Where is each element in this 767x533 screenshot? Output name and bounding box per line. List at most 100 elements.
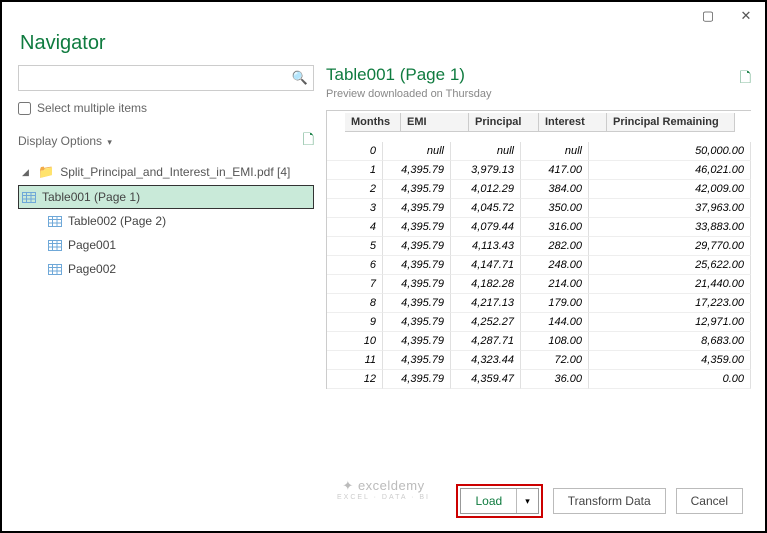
table-cell: 179.00 — [521, 294, 589, 313]
table-cell: 46,021.00 — [589, 161, 751, 180]
table-cell: 4,359.47 — [451, 370, 521, 389]
preview-grid: MonthsEMIPrincipalInterestPrincipal Rema… — [326, 110, 751, 389]
search-input[interactable] — [19, 71, 287, 85]
watermark-main: exceldemy — [358, 478, 425, 493]
column-header[interactable]: EMI — [401, 113, 469, 132]
dialog-footer: ✦ exceldemy EXCEL · DATA · BI Load ▾ Tra… — [2, 471, 765, 531]
table-row[interactable]: 84,395.794,217.13179.0017,223.00 — [327, 294, 751, 313]
preview-title: Table001 (Page 1) — [326, 65, 492, 85]
table-cell: 5 — [327, 237, 383, 256]
load-button[interactable]: Load — [461, 489, 517, 513]
tree-item[interactable]: Page001 — [18, 233, 314, 257]
table-cell: 4,395.79 — [383, 294, 451, 313]
table-row[interactable]: 0nullnullnull50,000.00 — [327, 142, 751, 161]
table-cell: 36.00 — [521, 370, 589, 389]
dialog-title: Navigator — [20, 32, 749, 55]
load-split-button[interactable]: Load ▾ — [460, 488, 538, 514]
table-cell: 11 — [327, 351, 383, 370]
table-cell: 316.00 — [521, 218, 589, 237]
table-row[interactable]: 74,395.794,182.28214.0021,440.00 — [327, 275, 751, 294]
close-button[interactable]: ✕ — [733, 6, 759, 26]
table-cell: 4,147.71 — [451, 256, 521, 275]
table-cell: 144.00 — [521, 313, 589, 332]
table-cell: 12,971.00 — [589, 313, 751, 332]
tree-item[interactable]: Table002 (Page 2) — [18, 209, 314, 233]
preview-panel: Table001 (Page 1) Preview downloaded on … — [326, 65, 751, 465]
table-cell: 17,223.00 — [589, 294, 751, 313]
table-row[interactable]: 64,395.794,147.71248.0025,622.00 — [327, 256, 751, 275]
table-cell: 0 — [327, 142, 383, 161]
tree-item[interactable]: Page002 — [18, 257, 314, 281]
table-cell: 4,359.00 — [589, 351, 751, 370]
table-row[interactable]: 124,395.794,359.4736.000.00 — [327, 370, 751, 389]
select-multiple-input[interactable] — [18, 102, 31, 115]
column-header[interactable]: Interest — [539, 113, 607, 132]
table-icon — [22, 192, 36, 203]
table-cell: 4,395.79 — [383, 237, 451, 256]
table-cell: 8 — [327, 294, 383, 313]
refresh-icon[interactable]: 🗋 — [303, 129, 314, 153]
table-row[interactable]: 94,395.794,252.27144.0012,971.00 — [327, 313, 751, 332]
table-cell: null — [451, 142, 521, 161]
titlebar: ▢ ✕ — [2, 2, 765, 30]
table-row[interactable]: 34,395.794,045.72350.0037,963.00 — [327, 199, 751, 218]
search-box[interactable]: 🔍 — [18, 65, 314, 91]
collapse-icon[interactable]: ◢ — [22, 167, 32, 178]
watermark: ✦ exceldemy EXCEL · DATA · BI — [337, 478, 430, 501]
table-cell: 384.00 — [521, 180, 589, 199]
table-icon — [48, 240, 62, 251]
maximize-button[interactable]: ▢ — [695, 6, 721, 26]
table-cell: 3 — [327, 199, 383, 218]
table-cell: 4,113.43 — [451, 237, 521, 256]
table-cell: 3,979.13 — [451, 161, 521, 180]
table-cell: 2 — [327, 180, 383, 199]
cancel-button[interactable]: Cancel — [676, 488, 743, 514]
table-row[interactable]: 114,395.794,323.4472.004,359.00 — [327, 351, 751, 370]
table-cell: null — [521, 142, 589, 161]
table-cell: 42,009.00 — [589, 180, 751, 199]
table-cell: 4,395.79 — [383, 313, 451, 332]
table-cell: 72.00 — [521, 351, 589, 370]
table-cell: 4,079.44 — [451, 218, 521, 237]
table-cell: 12 — [327, 370, 383, 389]
navigator-tree: ◢ 📁 Split_Principal_and_Interest_in_EMI.… — [18, 159, 314, 281]
tree-root-node[interactable]: ◢ 📁 Split_Principal_and_Interest_in_EMI.… — [18, 159, 314, 185]
load-dropdown[interactable]: ▾ — [517, 489, 538, 513]
load-button-highlight: Load ▾ — [456, 484, 542, 518]
table-row[interactable]: 44,395.794,079.44316.0033,883.00 — [327, 218, 751, 237]
transform-data-button[interactable]: Transform Data — [553, 488, 666, 514]
table-cell: 29,770.00 — [589, 237, 751, 256]
sheet-icon[interactable]: 🗋 — [740, 67, 751, 91]
column-header[interactable]: Months — [345, 113, 401, 132]
preview-subtitle: Preview downloaded on Thursday — [326, 88, 492, 100]
table-cell: 4 — [327, 218, 383, 237]
column-header[interactable]: Principal Remaining — [607, 113, 735, 132]
table-header-row: MonthsEMIPrincipalInterestPrincipal Rema… — [327, 111, 751, 142]
search-icon[interactable]: 🔍 — [287, 70, 313, 86]
table-cell: null — [383, 142, 451, 161]
dialog-header: Navigator — [2, 30, 765, 65]
display-options-row: Display Options ▾ 🗋 — [18, 129, 314, 153]
table-cell: 214.00 — [521, 275, 589, 294]
column-header[interactable]: Principal — [469, 113, 539, 132]
select-multiple-label: Select multiple items — [37, 101, 147, 115]
table-cell: 417.00 — [521, 161, 589, 180]
table-cell: 4,045.72 — [451, 199, 521, 218]
table-row[interactable]: 104,395.794,287.71108.008,683.00 — [327, 332, 751, 351]
table-row[interactable]: 24,395.794,012.29384.0042,009.00 — [327, 180, 751, 199]
table-row[interactable]: 54,395.794,113.43282.0029,770.00 — [327, 237, 751, 256]
tree-item-label: Table001 (Page 1) — [42, 190, 140, 204]
table-cell: 50,000.00 — [589, 142, 751, 161]
display-options-dropdown[interactable]: Display Options ▾ — [18, 134, 112, 148]
table-cell: 248.00 — [521, 256, 589, 275]
folder-icon: 📁 — [38, 164, 54, 180]
table-row[interactable]: 14,395.793,979.13417.0046,021.00 — [327, 161, 751, 180]
select-multiple-checkbox[interactable]: Select multiple items — [18, 101, 314, 115]
tree-item[interactable]: Table001 (Page 1) — [18, 185, 314, 209]
table-cell: 4,395.79 — [383, 218, 451, 237]
table-cell: 4,395.79 — [383, 161, 451, 180]
table-cell: 282.00 — [521, 237, 589, 256]
table-cell: 37,963.00 — [589, 199, 751, 218]
table-cell: 4,323.44 — [451, 351, 521, 370]
table-cell: 6 — [327, 256, 383, 275]
